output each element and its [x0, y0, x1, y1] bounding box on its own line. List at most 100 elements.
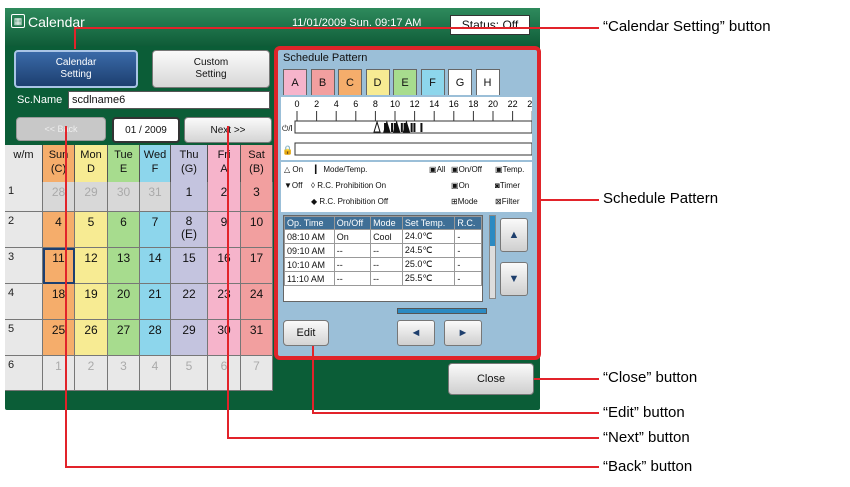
calendar-day-cell[interactable]: 7 — [140, 212, 171, 248]
table-header: Set Temp. — [401, 216, 456, 230]
calendar-day-cell[interactable]: 17 — [241, 248, 273, 284]
calendar-day-cell[interactable]: 12 — [75, 248, 108, 284]
pattern-tab-d[interactable]: D — [365, 69, 390, 95]
schedule-name-input[interactable]: scdlname6 — [68, 91, 270, 109]
pattern-tab-e[interactable]: E — [393, 69, 417, 95]
calendar-day-cell[interactable]: 20 — [108, 284, 140, 320]
mode-temp-mark — [413, 123, 416, 132]
day-number: 27 — [116, 323, 131, 337]
day-header-mon[interactable]: Mon D — [75, 145, 108, 182]
calendar-day-cell[interactable]: 22 — [171, 284, 208, 320]
day-number: 28 — [51, 185, 66, 199]
table-row[interactable]: 08:10 AM On Cool 24.0℃ - — [284, 229, 482, 244]
calendar-day-cell[interactable]: 29 — [171, 320, 208, 356]
pattern-tab-h[interactable]: H — [475, 69, 500, 95]
back-button[interactable]: << Back — [16, 117, 106, 141]
callout-line-next-v — [227, 126, 229, 439]
day-number: 15 — [182, 251, 196, 265]
calendar-day-cell[interactable]: 29 — [75, 182, 108, 212]
calendar-setting-button[interactable]: Calendar Setting — [14, 50, 138, 88]
day-number: 20 — [116, 287, 131, 301]
calendar-day-cell[interactable]: 31 — [140, 182, 171, 212]
calendar-day-cell[interactable]: 11 — [43, 248, 75, 284]
scroll-down-button[interactable]: ▼ — [500, 262, 528, 296]
calendar-day-cell[interactable]: 16 — [208, 248, 241, 284]
calendar-day-cell[interactable]: 24 — [241, 284, 273, 320]
day-header-fri[interactable]: Fri A — [208, 145, 241, 182]
calendar-day-cell[interactable]: 9 — [208, 212, 241, 248]
week-header: w/m — [5, 145, 43, 182]
day-number: 2 — [220, 185, 228, 199]
calendar-day-cell[interactable]: 2 — [208, 182, 241, 212]
calendar-day-cell[interactable]: 13 — [108, 248, 140, 284]
day-number: 1 — [55, 359, 62, 373]
calendar-day-cell[interactable]: 23 — [208, 284, 241, 320]
pattern-tab-f[interactable]: F — [420, 69, 445, 95]
close-button[interactable]: Close — [448, 363, 534, 395]
calendar-day-cell[interactable]: 14 — [140, 248, 171, 284]
calendar-day-cell[interactable]: 10 — [241, 212, 273, 248]
calendar-day-cell[interactable]: 18 — [43, 284, 75, 320]
day-number: 3 — [120, 359, 127, 373]
table-row[interactable]: 10:10 AM -- -- 25.0℃ - — [284, 257, 482, 272]
table-row[interactable]: 11:10 AM -- -- 25.5℃ - — [284, 271, 482, 286]
table-scroll-thumb[interactable] — [490, 216, 495, 246]
timeline-right-button[interactable]: ► — [444, 320, 482, 346]
day-number: 22 — [182, 287, 196, 301]
edit-button[interactable]: Edit — [283, 320, 329, 346]
custom-setting-button[interactable]: Custom Setting — [152, 50, 270, 88]
day-name: Wed — [143, 149, 167, 161]
calendar-day-cell[interactable]: 1 — [43, 356, 75, 391]
calendar-day-cell[interactable]: 1 — [171, 182, 208, 212]
day-pattern-code: (G) — [181, 163, 197, 175]
calendar-day-cell[interactable]: 21 — [140, 284, 171, 320]
calendar-day-cell[interactable]: 4 — [43, 212, 75, 248]
horizontal-scrollbar[interactable] — [397, 308, 487, 314]
calendar-day-cell[interactable]: 31 — [241, 320, 273, 356]
timeline-left-button[interactable]: ◄ — [397, 320, 435, 346]
hour-tick-label: 0 — [294, 99, 299, 109]
calendar-day-cell[interactable]: 28 — [43, 182, 75, 212]
calendar-day-cell[interactable]: 8 (E) — [171, 212, 208, 248]
calendar-day-cell[interactable]: 6 — [208, 356, 241, 391]
calendar-day-cell[interactable]: 7 — [241, 356, 273, 391]
day-header-wed[interactable]: Wed F — [140, 145, 171, 182]
day-name: Sat — [248, 149, 265, 161]
pattern-tab-b[interactable]: B — [310, 69, 335, 95]
calendar-day-cell[interactable]: 4 — [140, 356, 171, 391]
hour-tick-label: 4 — [334, 99, 339, 109]
calendar-day-cell[interactable]: 28 — [140, 320, 171, 356]
hour-tick-label: 20 — [488, 99, 498, 109]
calendar-day-cell[interactable]: 30 — [208, 320, 241, 356]
schedule-table: Op. Time On/Off Mode Set Temp. R.C. 08:10 AM O… — [283, 215, 483, 302]
calendar-day-cell[interactable]: 3 — [241, 182, 273, 212]
pattern-tab-g[interactable]: G — [448, 69, 472, 95]
calendar-day-cell[interactable]: 5 — [75, 212, 108, 248]
custom-setting-label-2: Setting — [195, 69, 227, 80]
calendar-day-cell[interactable]: 27 — [108, 320, 140, 356]
table-row[interactable]: 09:10 AM -- -- 24.5℃ - — [284, 243, 482, 258]
hour-tick-label: 10 — [390, 99, 400, 109]
day-header-sat[interactable]: Sat (B) — [241, 145, 273, 182]
day-header-tue[interactable]: Tue E — [108, 145, 140, 182]
pattern-tab-a[interactable]: A — [283, 69, 307, 95]
calendar-day-cell[interactable]: 25 — [43, 320, 75, 356]
calendar-day-cell[interactable]: 5 — [171, 356, 208, 391]
day-number: 12 — [84, 251, 98, 265]
day-pattern-code: E — [119, 163, 128, 175]
calendar-day-cell[interactable]: 30 — [108, 182, 140, 212]
day-number: 31 — [148, 185, 162, 199]
calendar-day-cell[interactable]: 6 — [108, 212, 140, 248]
day-number: 28 — [148, 323, 162, 337]
scroll-up-button[interactable]: ▲ — [500, 218, 528, 252]
table-cell: - — [454, 257, 482, 272]
day-number: 25 — [51, 323, 66, 337]
day-header-thu[interactable]: Thu (G) — [171, 145, 208, 182]
calendar-day-cell[interactable]: 3 — [108, 356, 140, 391]
calendar-day-cell[interactable]: 19 — [75, 284, 108, 320]
calendar-day-cell[interactable]: 15 — [171, 248, 208, 284]
calendar-day-cell[interactable]: 26 — [75, 320, 108, 356]
pattern-tab-c[interactable]: C — [338, 69, 362, 95]
day-header-sun[interactable]: Sun (C) — [43, 145, 75, 182]
calendar-day-cell[interactable]: 2 — [75, 356, 108, 391]
